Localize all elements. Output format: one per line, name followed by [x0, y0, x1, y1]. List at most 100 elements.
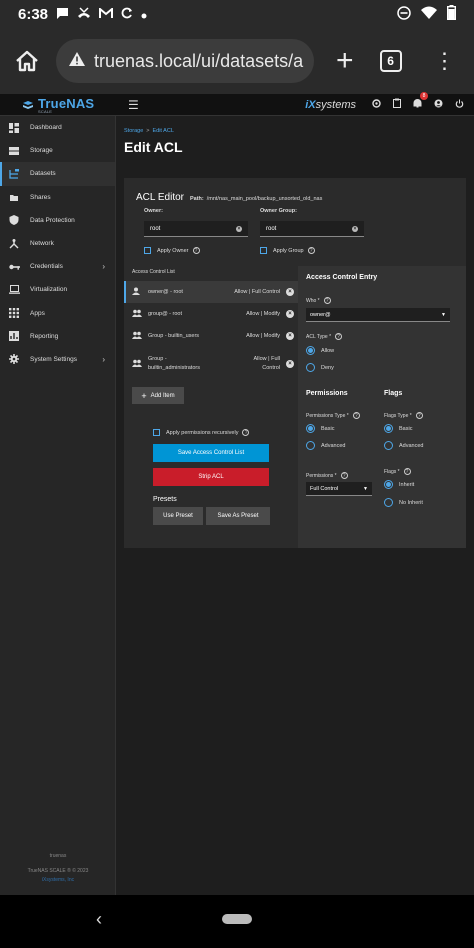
path-label: Path:: [189, 196, 204, 202]
flags-inherit-label: Inherit: [399, 481, 415, 488]
checkbox-box[interactable]: [153, 429, 160, 436]
help-icon[interactable]: ?: [352, 412, 360, 419]
owner-input[interactable]: root ×: [144, 221, 248, 237]
help-icon[interactable]: ?: [323, 297, 331, 304]
flags-type-basic-radio[interactable]: Basic: [384, 424, 412, 433]
checkbox-box[interactable]: [260, 247, 267, 254]
group-icon: [132, 359, 142, 369]
perm-type-basic-radio[interactable]: Basic: [306, 424, 334, 433]
help-icon[interactable]: ?: [242, 429, 250, 436]
help-icon[interactable]: ?: [192, 247, 200, 254]
owner-group-label: Owner Group:: [260, 208, 297, 214]
use-preset-button[interactable]: Use Preset: [153, 507, 203, 525]
sidebar-item-dashboard[interactable]: Dashboard: [0, 116, 115, 139]
remove-entry-icon[interactable]: ×: [286, 360, 294, 368]
radio-selected-icon[interactable]: [384, 424, 393, 433]
sidebar-item-storage[interactable]: Storage: [0, 139, 115, 162]
acl-entry-group[interactable]: group@ - root Allow | Modify ×: [124, 303, 298, 325]
apply-recursive-checkbox[interactable]: Apply permissions recursively ?: [153, 429, 250, 436]
alerts-bell-icon[interactable]: 8: [413, 92, 428, 111]
dashboard-icon: [8, 122, 20, 134]
breadcrumb-storage[interactable]: Storage: [124, 128, 143, 134]
shares-icon: [8, 191, 20, 203]
help-icon[interactable]: ?: [415, 412, 423, 419]
menu-toggle-icon[interactable]: ☰: [128, 98, 139, 112]
perm-type-basic-label: Basic: [321, 425, 335, 432]
ixsystems-logo[interactable]: iXsystems: [305, 99, 356, 111]
strip-acl-button[interactable]: Strip ACL: [153, 468, 269, 486]
radio-unselected-icon[interactable]: [384, 498, 393, 507]
perm-type-label: Permissions Type *?: [306, 412, 360, 419]
who-select[interactable]: owner@ ▼: [306, 308, 450, 322]
access-control-entry-panel: Access Control Entry Who *? owner@ ▼ ACL…: [298, 266, 466, 548]
home-gesture-pill[interactable]: [222, 914, 252, 924]
apply-owner-checkbox[interactable]: Apply Owner ?: [144, 247, 200, 254]
remove-entry-icon[interactable]: ×: [286, 332, 294, 340]
tab-switcher-button[interactable]: 6: [379, 50, 402, 72]
help-icon[interactable]: ?: [335, 333, 343, 340]
sidebar-item-virtualization[interactable]: Virtualization: [0, 278, 115, 301]
new-tab-button[interactable]: +: [336, 46, 354, 76]
clear-icon[interactable]: ×: [352, 225, 358, 232]
apply-recursive-label: Apply permissions recursively: [166, 429, 239, 436]
help-icon[interactable]: ?: [403, 468, 411, 475]
sidebar-item-apps[interactable]: Apps: [0, 302, 115, 325]
acl-entry-owner[interactable]: owner@ - root Allow | Full Control ×: [124, 281, 298, 303]
acl-type-allow-radio[interactable]: Allow: [306, 346, 334, 355]
acl-entry-who: group@ - root: [148, 311, 183, 317]
account-icon[interactable]: [434, 99, 443, 111]
radio-unselected-icon[interactable]: [306, 441, 315, 450]
truecommand-icon[interactable]: [372, 98, 381, 111]
remove-entry-icon[interactable]: ×: [286, 288, 294, 296]
radio-unselected-icon[interactable]: [306, 363, 315, 372]
presets-label: Presets: [153, 496, 177, 503]
permissions-select[interactable]: Full Control ▼: [306, 482, 372, 496]
sidebar-item-shares[interactable]: Shares: [0, 186, 115, 209]
back-chevron-icon[interactable]: ‹: [96, 909, 102, 930]
acl-entry-builtin-administrators[interactable]: Group - builtin_administrators Allow | Fu…: [124, 351, 298, 377]
acl-entry-perm: Allow | Modify: [246, 310, 280, 317]
radio-selected-icon[interactable]: [384, 480, 393, 489]
network-icon: [8, 238, 20, 250]
sidebar-item-network[interactable]: Network: [0, 232, 115, 255]
acl-entry-builtin-users[interactable]: Group - builtin_users Allow | Modify ×: [124, 325, 298, 347]
acl-entry-perm-line2: Control: [262, 365, 280, 371]
flags-no-inherit-radio[interactable]: No Inherit: [384, 498, 423, 507]
remove-entry-icon[interactable]: ×: [286, 310, 294, 318]
power-icon[interactable]: [455, 99, 464, 111]
address-bar[interactable]: truenas.local/ui/datasets/a: [56, 39, 314, 83]
truenas-logo[interactable]: TrueNAS SCALE: [0, 96, 116, 114]
radio-unselected-icon[interactable]: [384, 441, 393, 450]
acl-entry-perm-line1: Allow | Full: [253, 356, 281, 362]
sidebar-item-datasets[interactable]: Datasets: [0, 162, 115, 186]
apply-group-checkbox[interactable]: Apply Group ?: [260, 247, 315, 254]
perm-type-advanced-radio[interactable]: Advanced: [306, 441, 345, 450]
sidebar-item-data-protection[interactable]: Data Protection: [0, 209, 115, 232]
radio-selected-icon[interactable]: [306, 424, 315, 433]
footer-company-link[interactable]: iXsystems, Inc: [0, 876, 116, 885]
add-item-button[interactable]: + Add Item: [132, 387, 184, 404]
android-navigation-bar: ‹: [0, 895, 474, 948]
acl-type-deny-radio[interactable]: Deny: [306, 363, 334, 372]
radio-selected-icon[interactable]: [306, 346, 315, 355]
help-icon[interactable]: ?: [340, 472, 348, 479]
checkbox-box[interactable]: [144, 247, 151, 254]
flags-inherit-radio[interactable]: Inherit: [384, 480, 414, 489]
flags-type-advanced-radio[interactable]: Advanced: [384, 441, 423, 450]
sidebar-item-reporting[interactable]: Reporting: [0, 325, 115, 348]
home-button[interactable]: [10, 44, 44, 78]
breadcrumb-edit-acl[interactable]: Edit ACL: [152, 128, 173, 134]
help-icon[interactable]: ?: [307, 247, 315, 254]
save-acl-button[interactable]: Save Access Control List: [153, 444, 269, 462]
home-icon: [16, 50, 38, 72]
sidebar-item-system-settings[interactable]: System Settings ›: [0, 348, 115, 371]
owner-group-input[interactable]: root ×: [260, 221, 364, 237]
sidebar-item-credentials[interactable]: Credentials ›: [0, 255, 115, 278]
clear-icon[interactable]: ×: [236, 225, 242, 232]
more-menu-button[interactable]: ⋮: [434, 50, 456, 72]
truenas-logo-mark: [23, 100, 33, 109]
jobs-clipboard-icon[interactable]: [393, 98, 401, 111]
owner-label: Owner:: [144, 208, 163, 214]
save-as-preset-button[interactable]: Save As Preset: [206, 507, 270, 525]
battery-icon: [446, 5, 456, 23]
